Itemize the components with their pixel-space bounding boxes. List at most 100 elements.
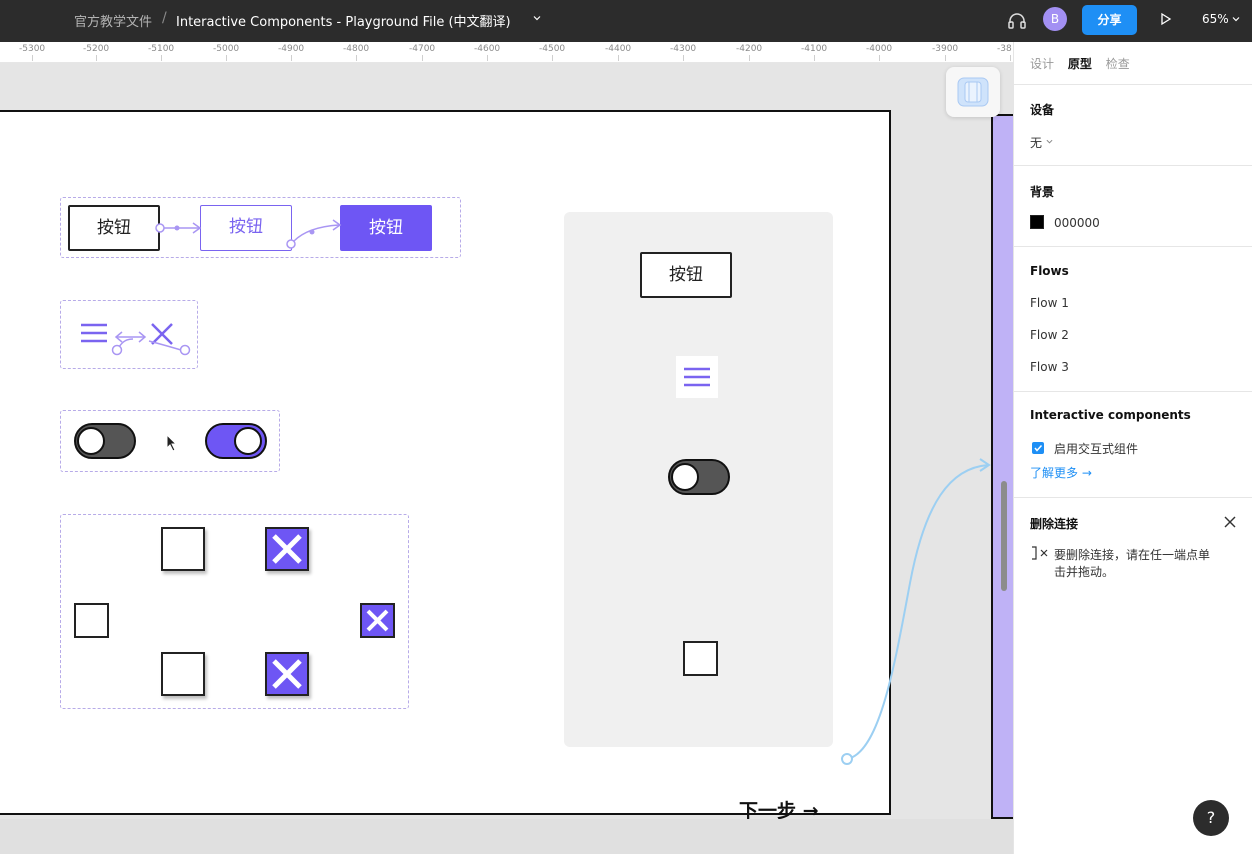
ruler-tick-label: -4300 [670, 44, 697, 54]
background-color-swatch[interactable] [1030, 215, 1044, 229]
figma-app: 官方教学文件 / Interactive Components - Playgr… [0, 0, 1252, 854]
ruler-tick-label: -4800 [343, 44, 370, 54]
delete-hint-line-1: 要删除连接，请在任一端点单 [1054, 548, 1211, 562]
device-section: 设备 无 [1014, 84, 1252, 165]
tab-inspect[interactable]: 检查 [1106, 55, 1130, 72]
close-icon [366, 609, 389, 632]
delete-hint-line-2: 击并拖动。 [1054, 565, 1115, 579]
section-title: 背景 [1030, 185, 1055, 199]
ruler-tick-mark [356, 55, 357, 61]
preview-checkbox[interactable] [683, 641, 718, 676]
checkbox-unchecked-large[interactable] [161, 527, 205, 571]
breadcrumb-project[interactable]: 官方教学文件 [74, 11, 152, 30]
flow-item[interactable]: Flow 3 [1030, 360, 1069, 374]
headphones-icon[interactable] [1006, 10, 1028, 32]
flow-item[interactable]: Flow 1 [1030, 296, 1069, 310]
device-select[interactable]: 无 [1030, 134, 1042, 151]
ruler-tick-mark [161, 55, 162, 61]
toggle-knob [671, 463, 699, 491]
avatar[interactable]: B [1043, 7, 1067, 31]
background-hex-value[interactable]: 000000 [1054, 216, 1100, 230]
checkbox-unchecked-large[interactable] [161, 652, 205, 696]
button-variants-group[interactable]: 按钮 按钮 按钮 [60, 197, 461, 258]
ruler-tick-label: -5200 [83, 44, 110, 54]
checkbox-checked-large[interactable] [265, 652, 309, 696]
help-button[interactable]: ? [1193, 800, 1229, 836]
flow-item[interactable]: Flow 2 [1030, 328, 1069, 342]
panel-tabs: 设计 原型 检查 [1030, 55, 1140, 72]
right-properties-panel: 设计 原型 检查 设备 无 背景 000000 Flows Flow 1 Flo… [1013, 42, 1252, 854]
ruler-tick-label: -3900 [932, 44, 959, 54]
breadcrumb-file-name[interactable]: Interactive Components - Playground File… [176, 11, 511, 30]
chevron-down-icon[interactable] [1046, 138, 1053, 145]
checkbox-variants-group[interactable] [60, 514, 409, 709]
hamburger-menu-icon [684, 367, 710, 387]
learn-more-link[interactable]: 了解更多 → [1030, 464, 1092, 481]
section-title: Flows [1030, 264, 1069, 278]
preview-menu-button[interactable] [676, 356, 718, 398]
toggle-off[interactable] [74, 423, 136, 459]
ruler-tick-mark [814, 55, 815, 61]
button-hover[interactable]: 按钮 [200, 205, 292, 251]
breadcrumb-separator: / [162, 10, 167, 26]
ruler-tick-label: -4600 [474, 44, 501, 54]
zoom-level[interactable]: 65% [1202, 12, 1229, 26]
playground-frame[interactable]: 按钮 按钮 按钮 按钮 下一步 → [0, 110, 891, 822]
close-icon [272, 534, 302, 564]
checkmark-icon [1034, 444, 1043, 452]
ruler-tick-label: -5300 [19, 44, 46, 54]
ruler-tick-mark [226, 55, 227, 61]
ruler-tick-mark [291, 55, 292, 61]
ruler-tick-mark [749, 55, 750, 61]
section-title: 设备 [1030, 103, 1055, 117]
ruler-tick-mark [422, 55, 423, 61]
hamburger-menu-icon[interactable] [79, 321, 109, 345]
ruler-tick-mark [683, 55, 684, 61]
ruler-tick-mark [945, 55, 946, 61]
close-icon [272, 659, 302, 689]
tab-prototype[interactable]: 原型 [1068, 55, 1092, 72]
ruler-tick-mark [96, 55, 97, 61]
vertical-scrollbar[interactable] [1001, 481, 1007, 591]
ruler-tick-mark [552, 55, 553, 61]
menu-icon-variants-group[interactable] [60, 300, 198, 369]
checkbox-unchecked-small[interactable] [74, 603, 109, 638]
preview-button[interactable]: 按钮 [640, 252, 732, 298]
canvas[interactable]: 按钮 按钮 按钮 按钮 下一步 → [0, 63, 1031, 854]
ruler-tick-mark [32, 55, 33, 61]
checkbox-checked-small[interactable] [360, 603, 395, 638]
enable-interactive-checkbox[interactable] [1032, 442, 1044, 454]
share-button[interactable]: 分享 [1082, 5, 1137, 35]
ruler-tick-label: -5000 [213, 44, 240, 54]
connection-arrow-icon [111, 331, 191, 356]
play-icon[interactable] [1159, 12, 1173, 26]
ruler-tick-label: -4000 [866, 44, 893, 54]
section-title: 删除连接 [1030, 517, 1079, 531]
chevron-down-icon[interactable] [533, 14, 541, 22]
connection-arrow-icon [155, 222, 202, 234]
checkbox-checked-large[interactable] [265, 527, 309, 571]
top-bar: 官方教学文件 / Interactive Components - Playgr… [0, 0, 1252, 42]
close-icon[interactable] [1223, 515, 1237, 529]
button-default[interactable]: 按钮 [68, 205, 160, 251]
plugin-float-button[interactable] [946, 67, 1000, 117]
toggle-knob [77, 427, 105, 455]
button-pressed[interactable]: 按钮 [340, 205, 432, 251]
ruler-tick-label: -4200 [736, 44, 763, 54]
ruler-tick-label: -4400 [605, 44, 632, 54]
connection-arrow-icon [286, 219, 342, 249]
disconnect-icon [1032, 546, 1048, 560]
toggle-variants-group[interactable] [60, 410, 280, 472]
flows-section: Flows Flow 1 Flow 2 Flow 3 [1014, 246, 1252, 391]
interactive-components-section: Interactive components 启用交互式组件 了解更多 → [1014, 391, 1252, 497]
ruler-tick-mark [618, 55, 619, 61]
ruler-tick-label: -4900 [278, 44, 305, 54]
ruler-tick-mark [1010, 55, 1011, 61]
section-title: Interactive components [1030, 408, 1191, 422]
toggle-on[interactable] [205, 423, 267, 459]
chevron-down-icon[interactable] [1232, 15, 1240, 23]
tab-design[interactable]: 设计 [1030, 55, 1054, 72]
frame-preview-icon [957, 77, 989, 107]
preview-toggle[interactable] [668, 459, 730, 495]
enable-interactive-label: 启用交互式组件 [1054, 442, 1139, 456]
